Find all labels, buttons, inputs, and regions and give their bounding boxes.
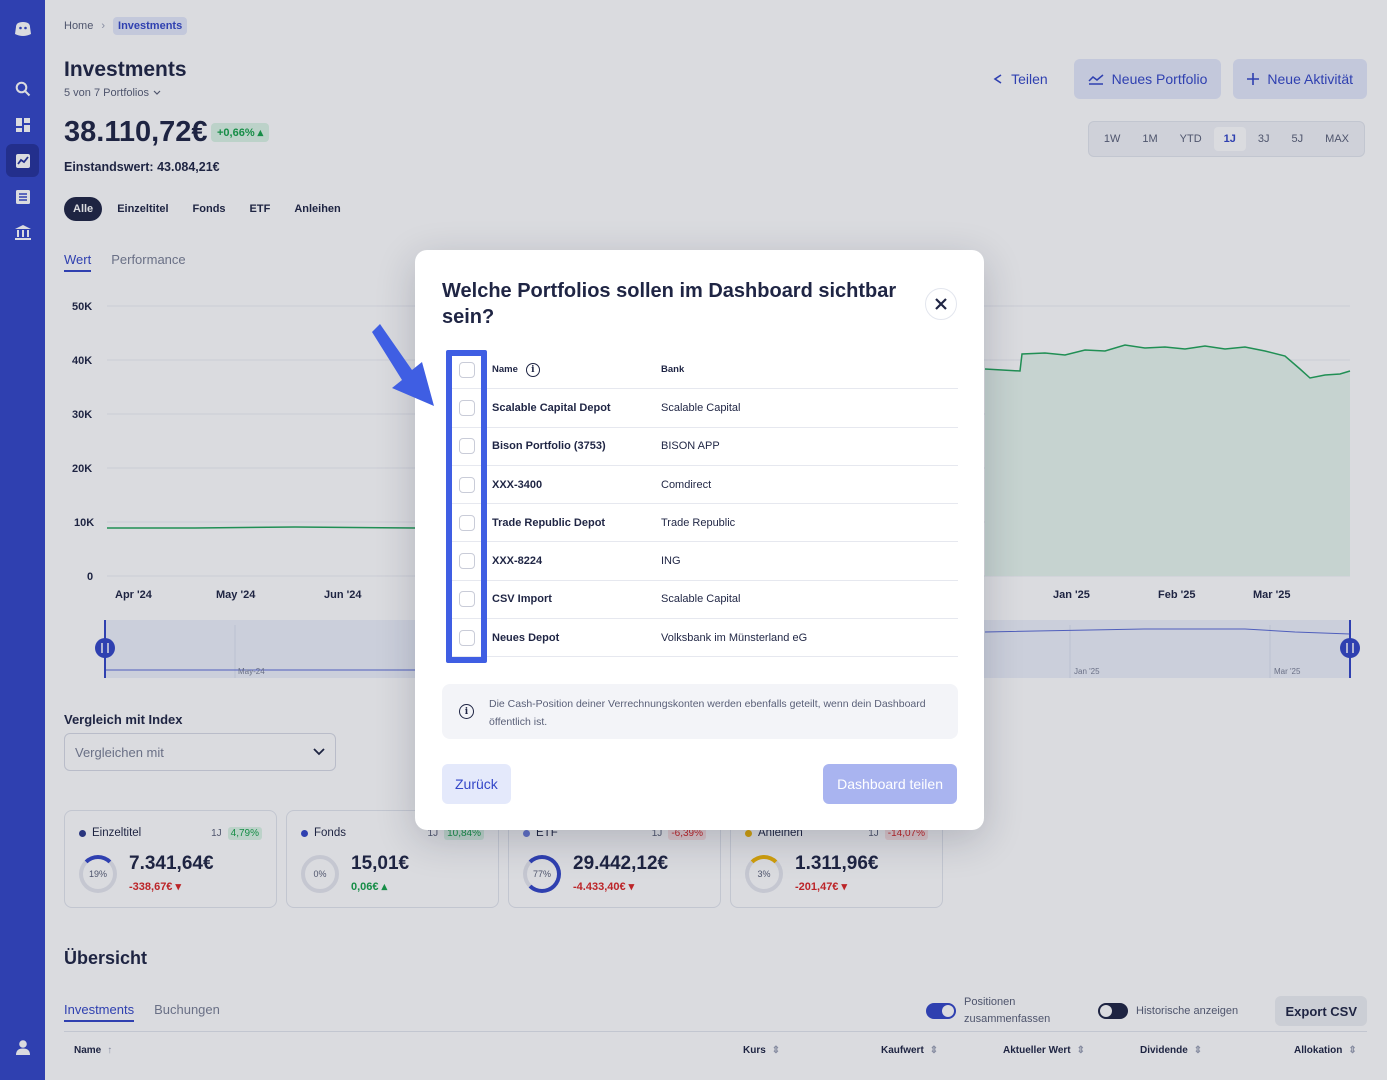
back-button[interactable]: Zurück — [442, 764, 511, 804]
table-row[interactable]: CSV Import Scalable Capital — [446, 581, 958, 620]
name-column-header: Name i — [492, 362, 540, 377]
row-checkbox[interactable] — [459, 629, 475, 646]
notice-text: Die Cash-Position deiner Verrechnungskon… — [489, 698, 926, 728]
portfolio-bank: Comdirect — [661, 478, 712, 491]
table-row[interactable]: XXX-8224 ING — [446, 542, 958, 581]
row-checkbox[interactable] — [459, 514, 475, 531]
table-row[interactable]: Neues Depot Volksbank im Münsterland eG — [446, 619, 958, 658]
portfolio-name: CSV Import — [492, 593, 552, 606]
close-button[interactable] — [925, 288, 957, 320]
portfolio-bank: ING — [661, 555, 681, 568]
portfolio-bank: Trade Republic — [661, 516, 736, 529]
info-icon: i — [459, 704, 474, 719]
cash-position-notice: i Die Cash-Position deiner Verrechnungsk… — [442, 684, 958, 739]
portfolio-name: XXX-3400 — [492, 478, 543, 491]
portfolio-bank: Scalable Capital — [661, 593, 741, 606]
table-header: Name i Bank — [446, 351, 958, 390]
portfolio-name: Scalable Capital Depot — [492, 401, 611, 414]
portfolio-name: Trade Republic Depot — [492, 516, 606, 529]
table-row[interactable]: XXX-3400 Comdirect — [446, 466, 958, 505]
portfolio-bank: BISON APP — [661, 440, 720, 453]
row-checkbox[interactable] — [459, 438, 475, 455]
table-row[interactable]: Trade Republic Depot Trade Republic — [446, 504, 958, 543]
portfolio-bank: Scalable Capital — [661, 401, 741, 414]
modal-title: Welche Portfolios sollen im Dashboard si… — [442, 280, 897, 328]
portfolio-table: Name i Bank Scalable Capital Depot Scalab… — [446, 351, 958, 658]
row-checkbox[interactable] — [459, 399, 475, 416]
annotation-arrow-icon — [372, 324, 434, 406]
share-dashboard-modal: Welche Portfolios sollen im Dashboard si… — [415, 250, 984, 830]
info-icon[interactable]: i — [525, 362, 540, 377]
portfolio-name: XXX-8224 — [492, 555, 543, 568]
row-checkbox[interactable] — [459, 591, 475, 608]
table-row[interactable]: Scalable Capital Depot Scalable Capital — [446, 389, 958, 428]
share-dashboard-button[interactable]: Dashboard teilen — [823, 764, 957, 804]
close-icon — [935, 298, 947, 310]
bank-column-header: Bank — [661, 364, 685, 376]
portfolio-name: Neues Depot — [492, 631, 560, 644]
portfolio-bank: Volksbank im Münsterland eG — [661, 631, 808, 644]
select-all-checkbox[interactable] — [459, 361, 475, 378]
portfolio-name: Bison Portfolio (3753) — [492, 440, 606, 453]
name-column-label: Name — [492, 363, 518, 375]
row-checkbox[interactable] — [459, 476, 475, 493]
row-checkbox[interactable] — [459, 553, 475, 570]
table-row[interactable]: Bison Portfolio (3753) BISON APP — [446, 428, 958, 466]
